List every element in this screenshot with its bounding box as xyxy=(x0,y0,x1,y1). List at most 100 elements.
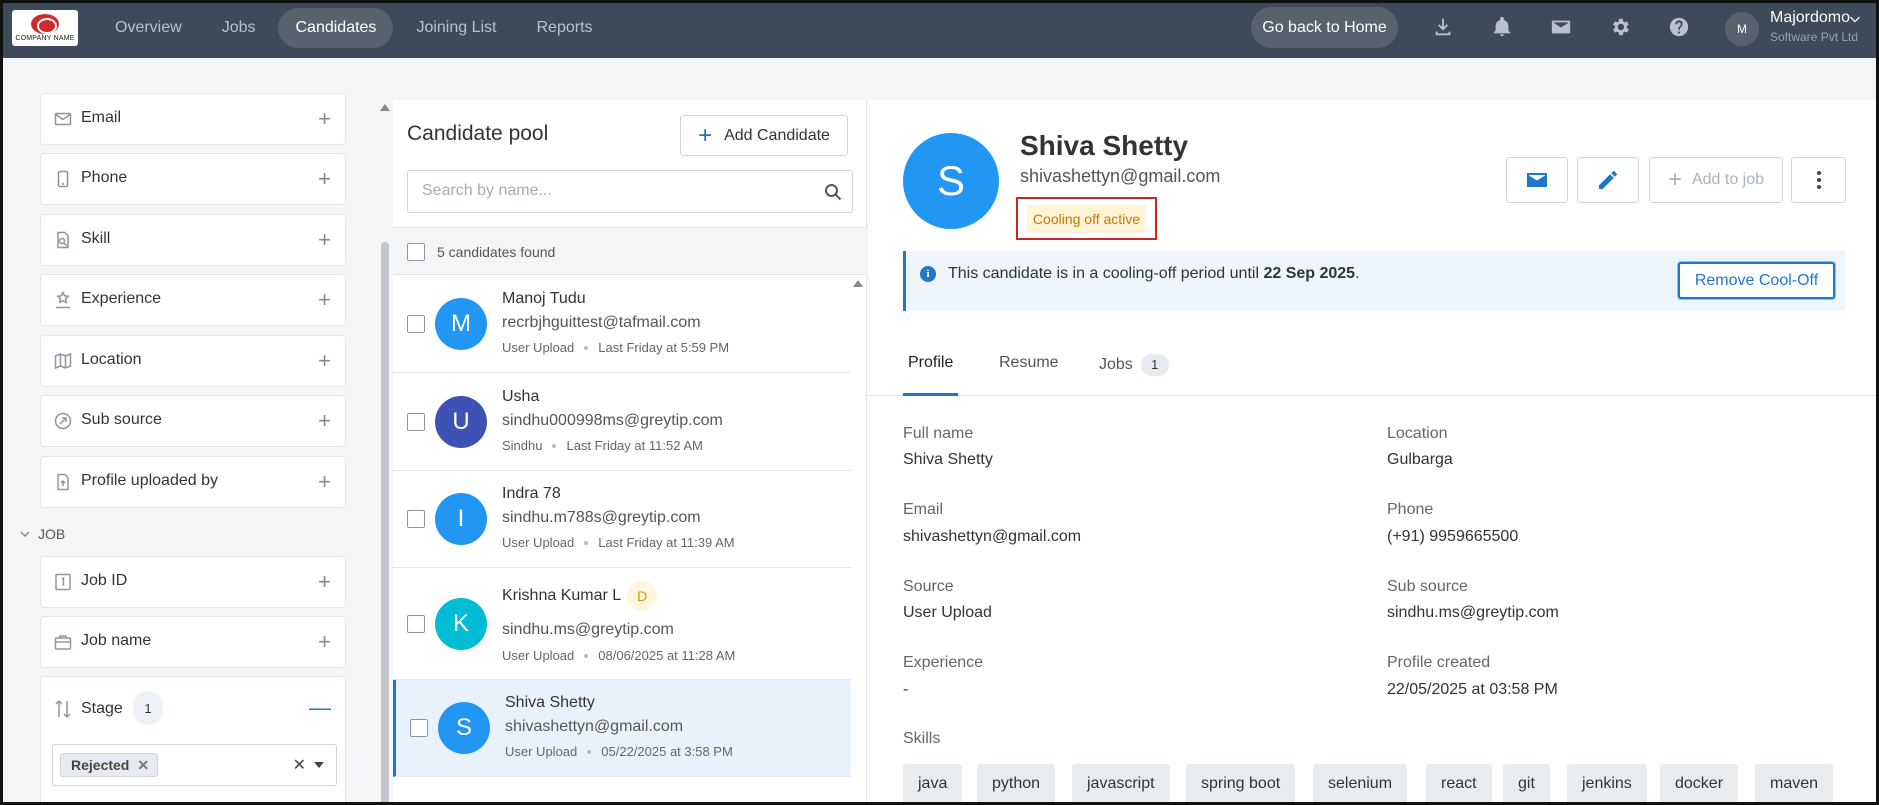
nav-jobs[interactable]: Jobs xyxy=(205,8,273,48)
row-checkbox[interactable] xyxy=(407,615,425,633)
filter-sub-source[interactable]: Sub source + xyxy=(40,395,346,447)
tab-resume[interactable]: Resume xyxy=(999,354,1059,396)
scroll-thumb[interactable] xyxy=(381,242,389,805)
settings-icon[interactable] xyxy=(1608,15,1632,39)
logo-mark-icon xyxy=(31,14,59,34)
row-checkbox[interactable] xyxy=(407,510,425,528)
nav-candidates[interactable]: Candidates xyxy=(278,8,394,48)
help-icon[interactable] xyxy=(1667,15,1691,39)
filter-job-name[interactable]: Job name + xyxy=(40,616,346,668)
field-value: 22/05/2025 at 03:58 PM xyxy=(1387,681,1558,698)
plus-icon: + xyxy=(698,121,713,149)
add-filter-icon[interactable]: + xyxy=(318,631,331,653)
clear-icon[interactable]: ✕ xyxy=(293,755,306,775)
search-box xyxy=(407,170,853,213)
plus-icon: + xyxy=(1667,166,1682,193)
select-all-checkbox[interactable] xyxy=(407,243,425,261)
bell-icon[interactable] xyxy=(1490,15,1514,39)
user-name[interactable]: Majordomo xyxy=(1770,9,1850,27)
field-label: Email xyxy=(903,501,944,518)
download-icon[interactable] xyxy=(1431,15,1455,39)
filter-email[interactable]: Email + xyxy=(40,93,346,145)
add-filter-icon[interactable]: + xyxy=(318,108,331,130)
skill-tag: selenium xyxy=(1313,764,1408,804)
sort-icon xyxy=(54,699,72,719)
dot-separator xyxy=(584,654,589,658)
filter-profile-uploaded-by[interactable]: Profile uploaded by + xyxy=(40,456,346,508)
field-label: Phone xyxy=(1387,501,1434,518)
add-filter-icon[interactable]: + xyxy=(318,168,331,190)
candidate-row[interactable]: I Indra 78 sindhu.m788s@greytip.com User… xyxy=(393,471,851,568)
filter-scrollbar[interactable] xyxy=(378,100,392,805)
skill-tag: spring boot xyxy=(1186,764,1296,804)
row-checkbox[interactable] xyxy=(407,315,425,333)
filter-job-id[interactable]: Job ID + xyxy=(40,556,346,608)
add-filter-icon[interactable]: + xyxy=(318,410,331,432)
stage-select[interactable]: Rejected ✕ ✕ xyxy=(52,744,337,786)
nav-reports[interactable]: Reports xyxy=(519,8,609,48)
remove-cooloff-button[interactable]: Remove Cool-Off xyxy=(1678,262,1835,299)
add-filter-icon[interactable]: + xyxy=(318,471,331,493)
candidate-row[interactable]: U Usha sindhu000998ms@greytip.com Sindhu… xyxy=(393,374,851,471)
row-checkbox[interactable] xyxy=(410,719,428,737)
results-count: 5 candidates found xyxy=(437,244,556,260)
row-checkbox[interactable] xyxy=(407,413,425,431)
candidate-row[interactable]: M Manoj Tudu recrbjhguittest@tafmail.com… xyxy=(393,276,851,373)
add-to-job-button[interactable]: + Add to job xyxy=(1649,157,1783,203)
candidate-row[interactable]: K Krishna Kumar L D sindhu.ms@greytip.com… xyxy=(393,569,851,680)
collapse-filter-icon[interactable]: — xyxy=(309,695,331,721)
field-value: - xyxy=(903,681,909,698)
add-filter-icon[interactable]: + xyxy=(318,571,331,593)
job-section-header[interactable]: JOB xyxy=(20,526,65,542)
filter-location[interactable]: Location + xyxy=(40,335,346,387)
more-options-button[interactable] xyxy=(1791,157,1846,203)
scroll-up-icon[interactable] xyxy=(853,280,863,287)
chip-remove-icon[interactable]: ✕ xyxy=(137,757,149,774)
company-logo[interactable]: COMPANY NAME xyxy=(12,10,78,46)
go-home-button[interactable]: Go back to Home xyxy=(1251,7,1398,48)
field-value: User Upload xyxy=(903,604,992,621)
pool-title: Candidate pool xyxy=(407,122,549,145)
candidate-source: Sindhu xyxy=(502,438,543,453)
add-filter-icon[interactable]: + xyxy=(318,350,331,372)
candidate-meta: User Upload 05/22/2025 at 3:58 PM xyxy=(505,744,733,759)
job-id-icon xyxy=(54,573,72,591)
edit-button[interactable] xyxy=(1577,157,1639,203)
add-filter-icon[interactable]: + xyxy=(318,289,331,311)
email-button[interactable] xyxy=(1506,157,1568,203)
tab-profile[interactable]: Profile xyxy=(903,354,959,396)
candidate-name: Krishna Kumar L D xyxy=(502,581,658,611)
status-badge: Cooling off active xyxy=(1016,197,1157,240)
candidate-email: sindhu.m788s@greytip.com xyxy=(502,509,701,526)
search-input[interactable] xyxy=(422,182,802,200)
mail-icon[interactable] xyxy=(1549,15,1573,39)
caret-down-icon[interactable] xyxy=(314,762,324,768)
results-bar: 5 candidates found xyxy=(393,227,867,275)
candidate-email: shivashettyn@gmail.com xyxy=(505,718,684,735)
field-value: sindhu.ms@greytip.com xyxy=(1387,604,1559,621)
avatar: I xyxy=(435,493,487,545)
candidate-email: sindhu.ms@greytip.com xyxy=(502,621,674,638)
add-filter-icon[interactable]: + xyxy=(318,229,331,251)
user-avatar[interactable]: M xyxy=(1725,12,1759,46)
scroll-up-icon[interactable] xyxy=(380,104,390,111)
dot-separator xyxy=(584,541,589,545)
stage-count-badge: 1 xyxy=(133,691,163,725)
skill-tag: java xyxy=(903,764,963,804)
tab-jobs[interactable]: Jobs 1 xyxy=(1099,354,1169,396)
skill-tag: maven xyxy=(1755,764,1834,804)
nav-overview[interactable]: Overview xyxy=(98,8,199,48)
filter-skill[interactable]: Skill + xyxy=(40,214,346,266)
candidate-row-selected[interactable]: S Shiva Shetty shivashettyn@gmail.com Us… xyxy=(393,680,851,777)
filter-label: Sub source xyxy=(81,411,162,428)
search-icon[interactable] xyxy=(824,183,842,201)
nav-joining-list[interactable]: Joining List xyxy=(399,8,513,48)
filter-phone[interactable]: Phone + xyxy=(40,153,346,205)
filter-experience[interactable]: Experience + xyxy=(40,274,346,326)
filter-label: Job name xyxy=(81,632,152,649)
add-candidate-button[interactable]: + Add Candidate xyxy=(680,115,848,156)
main-nav: Overview Jobs Candidates Joining List Re… xyxy=(98,8,616,48)
filter-label: Experience xyxy=(81,290,162,307)
chevron-down-icon[interactable] xyxy=(1848,12,1862,26)
logo-text: COMPANY NAME xyxy=(15,35,75,42)
